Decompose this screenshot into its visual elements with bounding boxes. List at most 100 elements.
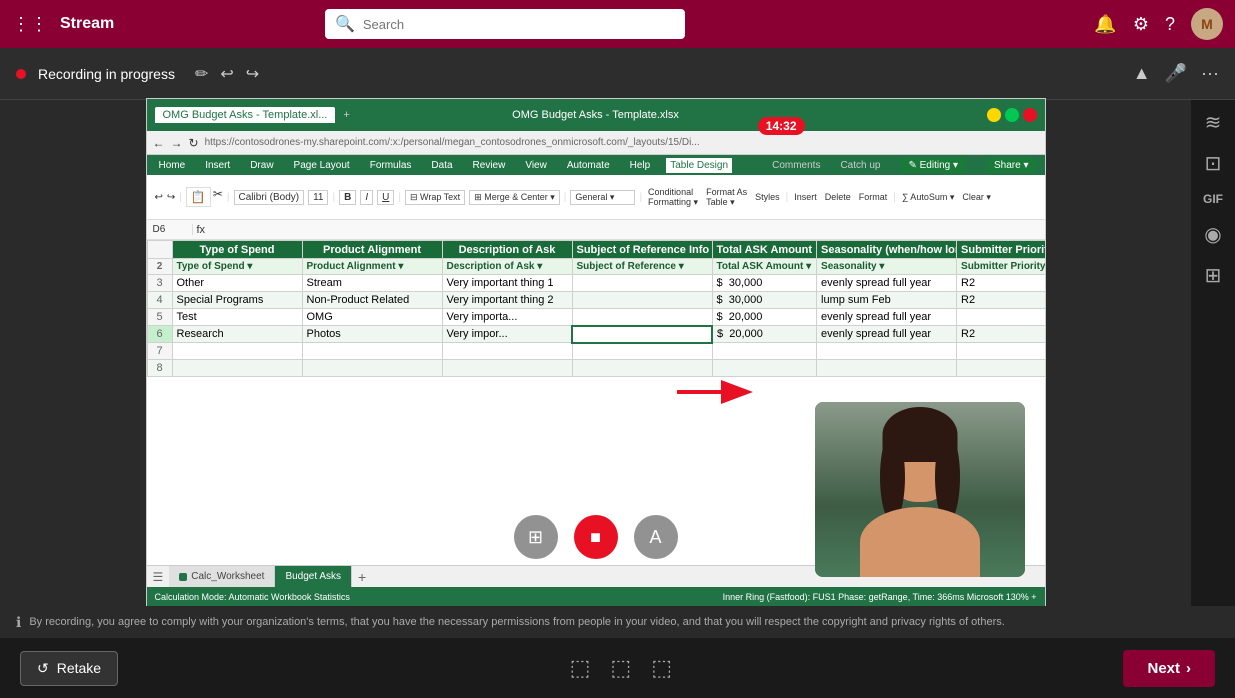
cell-product-5[interactable]: OMG bbox=[302, 309, 442, 326]
sidebar-icon-1[interactable]: ≋ bbox=[1205, 110, 1222, 135]
tab-table-design[interactable]: Table Design bbox=[666, 158, 732, 173]
col-header-type[interactable]: Type of Spend bbox=[172, 241, 302, 259]
redo-button[interactable]: ↪ bbox=[246, 64, 259, 84]
tab-page-layout[interactable]: Page Layout bbox=[290, 158, 354, 173]
search-input[interactable] bbox=[363, 17, 675, 32]
tab-data[interactable]: Data bbox=[427, 158, 456, 173]
delete-btn[interactable]: Delete bbox=[823, 191, 853, 203]
cell-priority-3[interactable]: R2 bbox=[957, 275, 1045, 292]
conditional-format-btn[interactable]: ConditionalFormatting ▾ bbox=[646, 186, 700, 209]
undo-btn[interactable]: ↩ bbox=[155, 192, 163, 203]
sheet-tab-calc[interactable]: Calc_Worksheet bbox=[169, 566, 275, 587]
notification-icon[interactable]: 🔔 bbox=[1094, 14, 1116, 35]
cell-subject-4[interactable] bbox=[572, 292, 712, 309]
col-header-priority[interactable]: Submitter Priority bbox=[957, 241, 1045, 259]
fill-btn[interactable]: Clear ▾ bbox=[960, 191, 993, 204]
search-bar[interactable]: 🔍 bbox=[325, 9, 685, 39]
insert-btn[interactable]: Insert bbox=[792, 191, 819, 203]
tab-help[interactable]: Help bbox=[626, 158, 655, 173]
bold-btn[interactable]: B bbox=[339, 190, 356, 205]
cell-type-4[interactable]: Special Programs bbox=[172, 292, 302, 309]
format-as-table-btn[interactable]: Format AsTable ▾ bbox=[704, 186, 749, 209]
cell-product-6[interactable]: Photos bbox=[302, 326, 442, 343]
cell-desc-3[interactable]: Very important thing 1 bbox=[442, 275, 572, 292]
url-bar[interactable]: https://contosodrones-my.sharepoint.com/… bbox=[205, 137, 700, 148]
layout-icon[interactable]: ▲ bbox=[1133, 63, 1151, 84]
excel-tab[interactable]: OMG Budget Asks - Template.xl... bbox=[155, 107, 336, 123]
maximize-button[interactable] bbox=[1005, 108, 1019, 122]
share-btn[interactable]: Share ▾ bbox=[986, 158, 1036, 173]
tab-draw[interactable]: Draw bbox=[246, 158, 277, 173]
tab-formulas[interactable]: Formulas bbox=[366, 158, 416, 173]
wrap-text-btn[interactable]: ⊟ Wrap Text bbox=[405, 190, 465, 205]
cell-type-5[interactable]: Test bbox=[172, 309, 302, 326]
cell-season-4[interactable]: lump sum Feb bbox=[817, 292, 957, 309]
cell-priority-5[interactable] bbox=[957, 309, 1045, 326]
sidebar-icon-globe[interactable]: ◉ bbox=[1204, 222, 1221, 247]
help-icon[interactable]: ? bbox=[1165, 14, 1175, 35]
col-header-product[interactable]: Product Alignment bbox=[302, 241, 442, 259]
blur-button[interactable]: ⊞ bbox=[514, 515, 558, 559]
cell-season-5[interactable]: evenly spread full year bbox=[817, 309, 957, 326]
col-header-seasonality[interactable]: Seasonality (when/how long) bbox=[817, 241, 957, 259]
sheet-menu-icon[interactable]: ☰ bbox=[147, 570, 170, 584]
cell-amount-4[interactable]: $ 30,000 bbox=[712, 292, 817, 309]
col-header-desc[interactable]: Description of Ask bbox=[442, 241, 572, 259]
cell-ref[interactable]: D6 bbox=[153, 224, 193, 235]
sidebar-icon-gif[interactable]: GIF bbox=[1203, 192, 1223, 206]
format-btn[interactable]: Format bbox=[857, 191, 890, 203]
cell-type-6[interactable]: Research bbox=[172, 326, 302, 343]
cell-season-3[interactable]: evenly spread full year bbox=[817, 275, 957, 292]
screen-icon-2[interactable]: ⬚ bbox=[610, 655, 631, 681]
stop-button[interactable]: ■ bbox=[574, 515, 618, 559]
grid-icon[interactable]: ⋮⋮ bbox=[12, 14, 48, 35]
add-sheet-btn[interactable]: + bbox=[352, 569, 372, 585]
more-icon[interactable]: ··· bbox=[1201, 63, 1219, 84]
comments-btn[interactable]: Comments bbox=[772, 160, 820, 171]
tab-view[interactable]: View bbox=[521, 158, 551, 173]
paste-btn[interactable]: 📋 bbox=[186, 187, 211, 207]
cut-btn[interactable]: ✂ bbox=[213, 187, 223, 207]
undo-button[interactable]: ↩ bbox=[220, 64, 233, 84]
cell-subject-5[interactable] bbox=[572, 309, 712, 326]
close-button[interactable] bbox=[1023, 108, 1037, 122]
sidebar-icon-grid[interactable]: ⊞ bbox=[1205, 263, 1222, 288]
sidebar-icon-2[interactable]: ⊡ bbox=[1205, 151, 1222, 176]
sheet-tab-budget[interactable]: Budget Asks bbox=[275, 566, 352, 587]
cell-priority-6[interactable]: R2 bbox=[957, 326, 1045, 343]
tab-insert[interactable]: Insert bbox=[201, 158, 234, 173]
cell-amount-5[interactable]: $ 20,000 bbox=[712, 309, 817, 326]
font-selector[interactable]: Calibri (Body) bbox=[234, 190, 305, 205]
col-header-subject[interactable]: Subject of Reference Info (email or othe… bbox=[572, 241, 712, 259]
cell-desc-6[interactable]: Very impor... bbox=[442, 326, 572, 343]
mic-icon[interactable]: 🎤 bbox=[1165, 63, 1187, 84]
retake-button[interactable]: ↺ Retake bbox=[20, 651, 118, 686]
cell-product-4[interactable]: Non-Product Related bbox=[302, 292, 442, 309]
avatar[interactable]: M bbox=[1191, 8, 1223, 40]
cell-desc-5[interactable]: Very importa... bbox=[442, 309, 572, 326]
cell-styles-btn[interactable]: Styles bbox=[753, 191, 782, 203]
autosum-btn[interactable]: ∑ AutoSum ▾ bbox=[900, 191, 956, 204]
erase-icon[interactable]: ✏ bbox=[195, 64, 208, 84]
settings-icon[interactable]: ⚙ bbox=[1133, 14, 1149, 35]
next-button[interactable]: Next › bbox=[1123, 650, 1215, 687]
italic-btn[interactable]: I bbox=[360, 190, 373, 205]
cell-type-3[interactable]: Other bbox=[172, 275, 302, 292]
screen-icon-1[interactable]: ⬚ bbox=[570, 655, 591, 681]
cell-season-6[interactable]: evenly spread full year bbox=[817, 326, 957, 343]
underline-btn[interactable]: U bbox=[377, 190, 394, 205]
tab-home[interactable]: Home bbox=[155, 158, 190, 173]
cell-product-3[interactable]: Stream bbox=[302, 275, 442, 292]
text-button[interactable]: A bbox=[634, 515, 678, 559]
tab-automate[interactable]: Automate bbox=[563, 158, 614, 173]
minimize-button[interactable] bbox=[987, 108, 1001, 122]
font-size[interactable]: 11 bbox=[308, 190, 328, 205]
cell-amount-6[interactable]: $ 20,000 bbox=[712, 326, 817, 343]
cell-subject-3[interactable] bbox=[572, 275, 712, 292]
col-header-amount[interactable]: Total ASK Amount bbox=[712, 241, 817, 259]
cell-priority-4[interactable]: R2 bbox=[957, 292, 1045, 309]
editing-btn[interactable]: ✎ Editing ▾ bbox=[900, 158, 966, 173]
cell-desc-4[interactable]: Very important thing 2 bbox=[442, 292, 572, 309]
cell-subject-6[interactable] bbox=[572, 326, 712, 343]
screen-icon-3[interactable]: ⬚ bbox=[651, 655, 672, 681]
